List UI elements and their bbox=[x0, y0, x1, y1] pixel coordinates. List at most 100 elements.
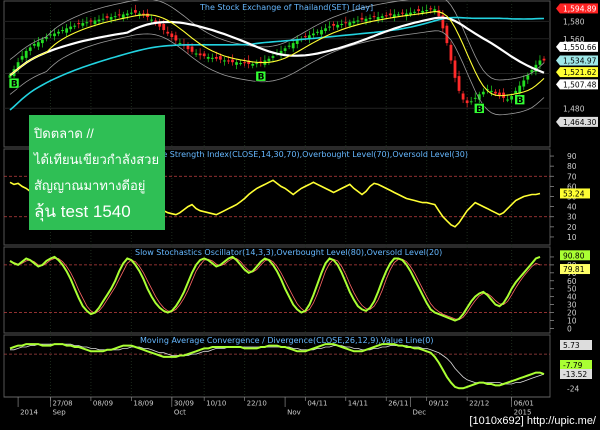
candle-body bbox=[69, 26, 73, 30]
candle-body bbox=[360, 17, 364, 20]
candle-body bbox=[344, 22, 348, 24]
candle-body bbox=[332, 23, 336, 26]
rsi-last-text: 53.24 bbox=[563, 189, 585, 198]
candle-body bbox=[469, 101, 473, 103]
x-tick-label: Oct bbox=[174, 409, 186, 417]
macd-last-text: -13.52 bbox=[563, 370, 587, 379]
candle-body bbox=[85, 22, 89, 24]
price-label-7: 1,480 bbox=[563, 104, 585, 113]
candle-body bbox=[109, 17, 113, 20]
candle-body bbox=[506, 99, 509, 101]
macd-last-text: 5.73 bbox=[563, 341, 580, 350]
stoch-tick-label: 0 bbox=[567, 324, 572, 333]
x-tick-label: Nov bbox=[287, 409, 301, 417]
price-label-text: 1,507.48 bbox=[563, 80, 597, 89]
candle-body bbox=[218, 56, 222, 60]
candle-body bbox=[453, 60, 457, 78]
candle-body bbox=[121, 14, 125, 18]
candle-body bbox=[352, 21, 356, 24]
candle-body bbox=[198, 53, 202, 56]
candle-body bbox=[396, 14, 400, 16]
candle-body bbox=[214, 56, 218, 59]
note-line-4: ลุ้น test 1540 bbox=[34, 202, 131, 221]
candle-body bbox=[206, 56, 210, 59]
stoch-tick-label: 60 bbox=[567, 277, 577, 286]
candle-body bbox=[380, 16, 384, 18]
candle-body bbox=[101, 18, 105, 20]
rsi-tick-label: 70 bbox=[567, 172, 577, 181]
price-label-text: 1,480 bbox=[563, 104, 585, 113]
price-label-text: 1,580 bbox=[563, 17, 585, 26]
candle-body bbox=[498, 92, 501, 96]
candle-body bbox=[376, 17, 380, 20]
stoch-panel-title: Slow Stochastics Oscillator(14,3,3),Over… bbox=[135, 248, 442, 257]
candle-body bbox=[368, 17, 372, 19]
comment-note-box: ปิดตลาด // ได้เทียนเขียวกำลังสวย สัญญาณม… bbox=[29, 115, 165, 230]
macd-last-label-2: -13.52 bbox=[560, 369, 592, 379]
candle-body bbox=[239, 63, 242, 65]
candle-body bbox=[526, 75, 530, 80]
buy-marker-2: B bbox=[473, 103, 485, 115]
candle-body bbox=[449, 44, 453, 61]
candle-body bbox=[231, 59, 234, 63]
macd-last-label-1: -7.79 bbox=[560, 360, 592, 370]
x-tick-label: 22/10 bbox=[247, 400, 267, 408]
rsi-tick-label: 30 bbox=[567, 213, 577, 222]
price-label-3: 1,550.66 bbox=[556, 41, 598, 52]
x-tick-label: 30/09 bbox=[174, 400, 194, 408]
stoch-tick-label: 30 bbox=[567, 301, 577, 310]
candle-body bbox=[210, 57, 214, 59]
stoch-last-text: 79.81 bbox=[563, 265, 585, 274]
price-label-6: 1,507.48 bbox=[556, 79, 598, 90]
x-tick-label: 2014 bbox=[20, 409, 38, 417]
candle-body bbox=[328, 26, 331, 28]
rsi-tick-label: 40 bbox=[567, 203, 577, 212]
candle-body bbox=[243, 62, 247, 64]
macd-last-text: -7.79 bbox=[563, 361, 583, 370]
candle-body bbox=[40, 39, 44, 44]
candle-body bbox=[174, 35, 178, 41]
candle-body bbox=[227, 60, 230, 62]
candle-body bbox=[53, 33, 56, 37]
candle-body bbox=[409, 12, 412, 15]
candle-body bbox=[417, 9, 420, 11]
buy-marker-0: B bbox=[8, 77, 20, 90]
candle-body bbox=[178, 43, 182, 45]
rsi-tick-label: 20 bbox=[567, 223, 577, 232]
candle-body bbox=[77, 23, 81, 25]
buy-marker-label: B bbox=[517, 96, 524, 106]
price-label-text: 1,534.97 bbox=[563, 56, 597, 65]
buy-marker-label: B bbox=[476, 105, 483, 115]
candle-body bbox=[316, 31, 319, 33]
candle-body bbox=[202, 53, 206, 57]
candle-body bbox=[271, 56, 275, 58]
candle-body bbox=[97, 19, 101, 22]
note-line-2: ได้เทียนเขียวกำลังสวย bbox=[34, 152, 160, 167]
candle-body bbox=[340, 23, 344, 25]
candle-body bbox=[324, 28, 327, 31]
x-tick-label: 14/11 bbox=[348, 400, 368, 408]
candle-body bbox=[93, 20, 97, 24]
candle-body bbox=[235, 62, 238, 65]
rsi-tick-label: 10 bbox=[567, 233, 577, 242]
candle-body bbox=[170, 33, 174, 38]
candle-body bbox=[283, 48, 287, 51]
candle-body bbox=[166, 31, 170, 34]
candle-body bbox=[490, 90, 493, 92]
candle-body bbox=[421, 10, 425, 13]
note-line-1: ปิดตลาด // bbox=[34, 126, 94, 141]
x-tick-label: 04/11 bbox=[307, 400, 327, 408]
candle-body bbox=[28, 47, 32, 51]
stoch-tick-label: 50 bbox=[567, 285, 577, 294]
candle-body bbox=[303, 36, 307, 38]
rsi-panel-title: Relative Strength Index(CLOSE,14,30,70),… bbox=[135, 150, 468, 159]
candle-body bbox=[150, 19, 153, 21]
x-tick-label: Dec bbox=[413, 409, 427, 417]
candle-body bbox=[542, 58, 546, 61]
candle-body bbox=[89, 20, 93, 22]
candle-body bbox=[251, 63, 255, 66]
macd-tick-label-0: -24 bbox=[567, 384, 579, 393]
candle-body bbox=[356, 20, 360, 22]
price-label-0: 1,594.89 bbox=[556, 3, 598, 14]
candle-body bbox=[425, 10, 429, 12]
